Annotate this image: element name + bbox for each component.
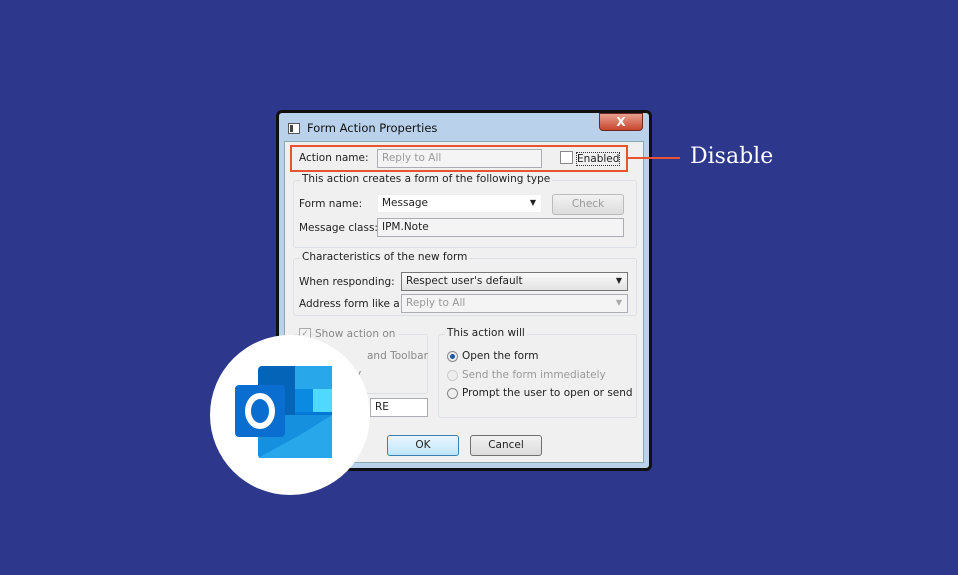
radio-open-form-label[interactable]: Open the form xyxy=(462,350,538,362)
chevron-down-icon: ▼ xyxy=(615,298,622,307)
title-bar[interactable]: Form Action Properties X xyxy=(279,113,649,141)
when-responding-dropdown[interactable]: Respect user's default ▼ xyxy=(401,272,628,291)
message-class-input[interactable]: IPM.Note xyxy=(377,218,624,237)
action-will-group-title: This action will xyxy=(445,327,527,339)
enabled-highlight-box xyxy=(290,145,628,172)
close-button[interactable]: X xyxy=(599,113,643,131)
when-responding-value: Respect user's default xyxy=(406,275,523,287)
disable-annotation: Disable xyxy=(690,144,774,169)
dialog-title: Form Action Properties xyxy=(307,121,438,135)
when-responding-label: When responding: xyxy=(299,276,395,288)
ok-button[interactable]: OK xyxy=(387,435,459,456)
address-form-dropdown[interactable]: Reply to All ▼ xyxy=(401,294,628,313)
form-name-label: Form name: xyxy=(299,198,363,210)
annotation-connector-line xyxy=(628,157,680,159)
characteristics-group-title: Characteristics of the new form xyxy=(300,251,470,263)
chevron-down-icon: ▼ xyxy=(615,276,622,285)
form-type-group-title: This action creates a form of the follow… xyxy=(300,173,553,185)
radio-open-form[interactable] xyxy=(447,351,458,362)
message-class-label: Message class: xyxy=(299,222,378,234)
outlook-icon xyxy=(235,366,332,458)
address-form-value: Reply to All xyxy=(406,297,466,309)
window-icon xyxy=(288,123,300,134)
check-button[interactable]: Check xyxy=(552,194,624,215)
radio-send-immediately[interactable] xyxy=(447,370,458,381)
address-form-label: Address form like a: xyxy=(299,298,404,310)
form-name-value: Message xyxy=(382,197,429,209)
form-name-dropdown[interactable]: Message ▼ xyxy=(377,194,542,213)
prefix-input[interactable]: RE xyxy=(370,398,428,417)
outlook-logo xyxy=(210,335,370,495)
radio-prompt-user[interactable] xyxy=(447,388,458,399)
cancel-button[interactable]: Cancel xyxy=(470,435,542,456)
radio-send-immediately-label[interactable]: Send the form immediately xyxy=(462,369,606,381)
radio-prompt-user-label[interactable]: Prompt the user to open or send xyxy=(462,387,633,399)
chevron-down-icon: ▼ xyxy=(529,198,536,207)
menu-toolbar-label: and Toolbar xyxy=(367,350,428,362)
